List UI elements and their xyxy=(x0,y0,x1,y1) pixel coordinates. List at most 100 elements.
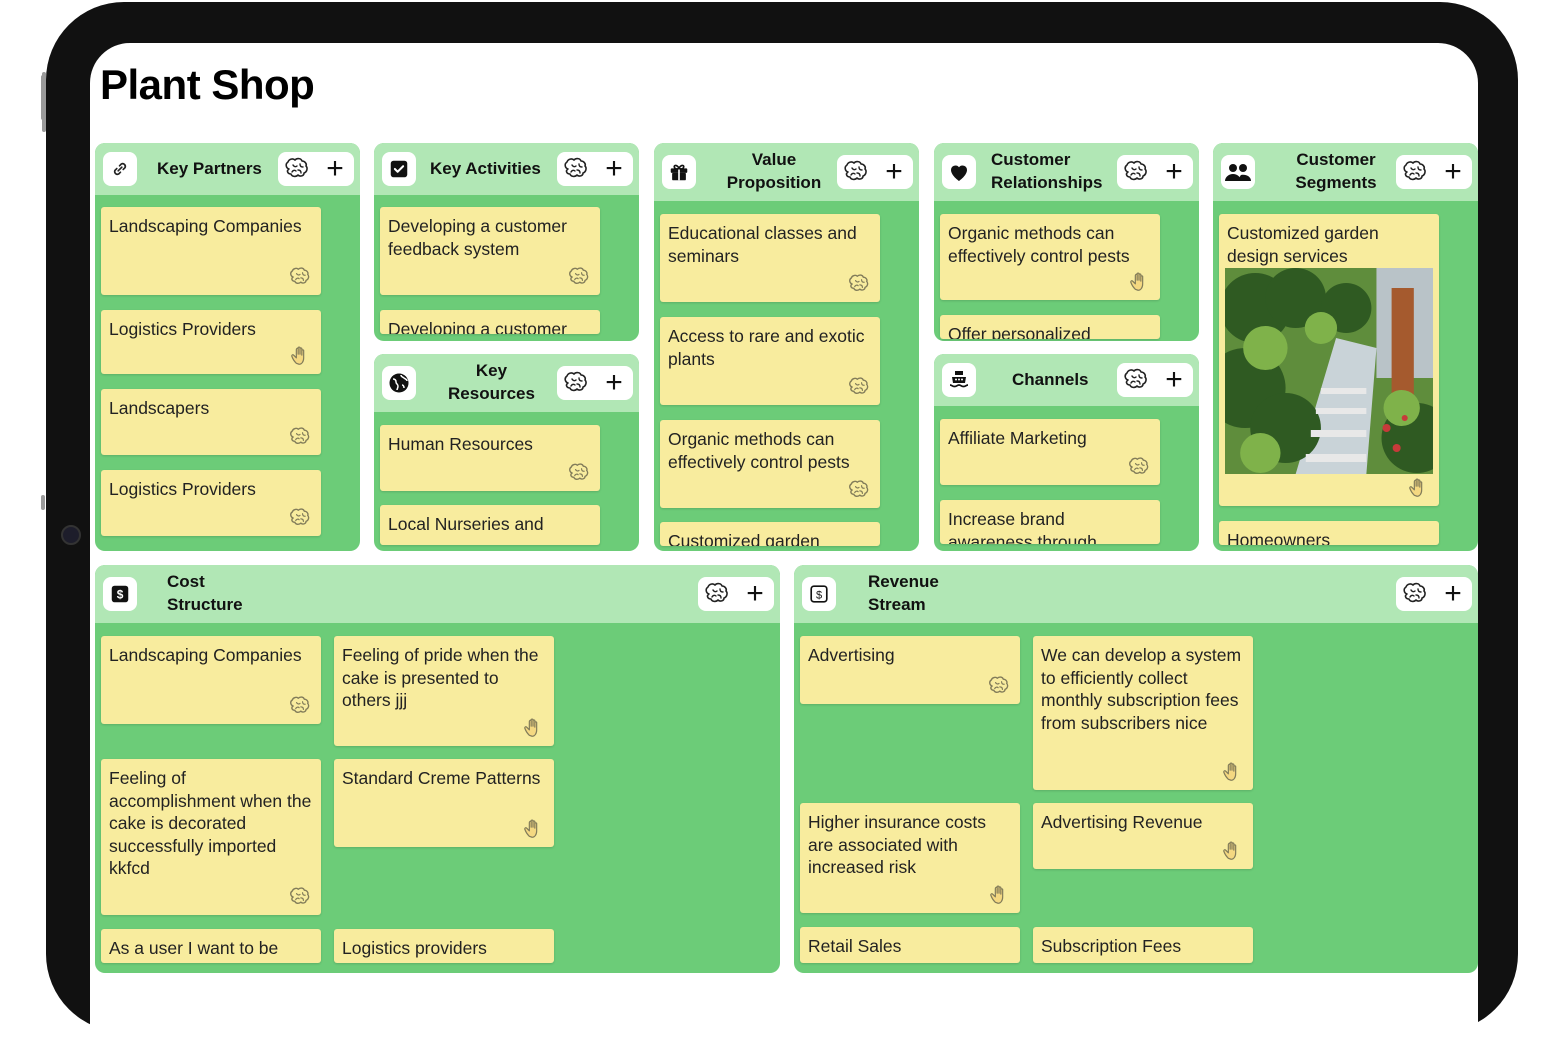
brain-icon xyxy=(1122,368,1150,392)
sticky-note[interactable]: Increase brand awareness through xyxy=(940,500,1160,544)
plus-icon: + xyxy=(605,152,623,185)
sticky-note[interactable]: Advertising Revenue xyxy=(1033,803,1253,869)
wave-hand-icon[interactable] xyxy=(1406,477,1430,499)
sticky-note[interactable]: Advertising xyxy=(800,636,1020,704)
globe-icon xyxy=(382,366,416,400)
sticky-note-text: Organic methods can effectively control … xyxy=(668,429,850,472)
sticky-note-text: Logistics Providers xyxy=(109,479,256,499)
dollar-outline-icon: $ xyxy=(802,577,836,611)
sticky-note[interactable]: As a user I want to be xyxy=(101,929,321,963)
ai-brain-button[interactable] xyxy=(1117,155,1155,189)
key-resources-actions: + xyxy=(557,366,633,400)
sticky-note[interactable]: Organic methods can effectively control … xyxy=(660,420,880,508)
sticky-note[interactable]: Logistics Providers xyxy=(101,470,321,536)
sticky-note[interactable]: Landscaping Companies xyxy=(101,636,321,724)
sticky-note[interactable]: Feeling of pride when the cake is presen… xyxy=(334,636,554,746)
wave-hand-icon[interactable] xyxy=(521,818,545,840)
sticky-note[interactable]: Landscapers xyxy=(101,389,321,455)
brain-icon[interactable] xyxy=(288,886,312,908)
sticky-note[interactable]: We can develop a system to efficiently c… xyxy=(1033,636,1253,790)
sticky-note[interactable]: Human Resources xyxy=(380,425,600,491)
section-key-resources: Key Resources + Human Resources Local Nurse… xyxy=(374,354,639,551)
section-value-proposition: Value Proposition + Educational classes an… xyxy=(654,143,919,551)
side-button xyxy=(41,495,45,510)
wave-hand-icon[interactable] xyxy=(1127,271,1151,293)
ship-icon xyxy=(942,363,976,397)
brain-icon[interactable] xyxy=(847,273,871,295)
brain-icon xyxy=(1122,160,1150,184)
sticky-note[interactable]: Subscription Fees xyxy=(1033,927,1253,963)
sticky-note[interactable]: Customized garden xyxy=(660,522,880,546)
brain-icon[interactable] xyxy=(847,376,871,398)
brain-icon[interactable] xyxy=(567,462,591,484)
sticky-note[interactable]: Access to rare and exotic plants xyxy=(660,317,880,405)
ai-brain-button[interactable] xyxy=(1117,363,1155,397)
sticky-note[interactable]: Higher insurance costs are associated wi… xyxy=(800,803,1020,913)
sticky-note-text: Landscaping Companies xyxy=(109,216,302,236)
plus-icon: + xyxy=(326,152,344,185)
add-card-button[interactable]: + xyxy=(1155,363,1193,397)
add-card-button[interactable]: + xyxy=(736,577,774,611)
cost-structure-header: $ Cost Structure + xyxy=(95,565,780,623)
wave-hand-icon[interactable] xyxy=(987,884,1011,906)
add-card-button[interactable]: + xyxy=(875,155,913,189)
brain-icon[interactable] xyxy=(987,675,1011,697)
add-card-button[interactable]: + xyxy=(595,366,633,400)
volume-button xyxy=(41,75,45,120)
sticky-note[interactable]: Developing a customer feedback system xyxy=(380,207,600,295)
sticky-note[interactable]: Local Nurseries and xyxy=(380,505,600,545)
sticky-note[interactable]: Organic methods can effectively control … xyxy=(940,214,1160,300)
brain-icon[interactable] xyxy=(288,507,312,529)
sticky-note[interactable]: Affiliate Marketing xyxy=(940,419,1160,485)
plus-icon: + xyxy=(1444,577,1462,610)
sticky-note[interactable]: Customized garden design services xyxy=(1219,214,1439,506)
sticky-note[interactable]: Landscaping Companies xyxy=(101,207,321,295)
link-icon xyxy=(103,152,137,186)
sticky-note[interactable]: Homeowners xyxy=(1219,521,1439,545)
sticky-note[interactable]: Developing a customer xyxy=(380,310,600,334)
sticky-note[interactable]: Logistics providers xyxy=(334,929,554,963)
revenue-stream-actions: + xyxy=(1396,577,1472,611)
brain-icon[interactable] xyxy=(847,479,871,501)
plus-icon: + xyxy=(885,155,903,188)
wave-hand-icon[interactable] xyxy=(1220,840,1244,862)
sticky-note-text: Human Resources xyxy=(388,434,533,454)
sticky-note-text: Landscapers xyxy=(109,398,210,418)
sticky-note[interactable]: Retail Sales xyxy=(800,927,1020,963)
wave-hand-icon[interactable] xyxy=(521,717,545,739)
sticky-note[interactable]: Feeling of accomplishment when the cake … xyxy=(101,759,321,915)
wave-hand-icon[interactable] xyxy=(1220,761,1244,783)
wave-hand-icon[interactable] xyxy=(288,345,312,367)
brain-icon[interactable] xyxy=(288,266,312,288)
brain-icon xyxy=(1401,582,1429,606)
heart-icon xyxy=(942,155,976,189)
sticky-note-text: Customized garden design services xyxy=(1227,223,1379,266)
ai-brain-button[interactable] xyxy=(1396,577,1434,611)
section-cost-structure: $ Cost Structure + Landscaping Companies Fee… xyxy=(95,565,780,973)
customer-relationships-title: Customer Relationships xyxy=(991,150,1103,192)
ai-brain-button[interactable] xyxy=(557,152,595,186)
sticky-note-text: We can develop a system to efficiently c… xyxy=(1041,645,1242,733)
ai-brain-button[interactable] xyxy=(837,155,875,189)
add-card-button[interactable]: + xyxy=(1434,577,1472,611)
ai-brain-button[interactable] xyxy=(1396,155,1434,189)
brain-icon[interactable] xyxy=(1127,456,1151,478)
sticky-note[interactable]: Educational classes and seminars xyxy=(660,214,880,302)
sticky-note-text: Developing a customer xyxy=(388,319,567,334)
ai-brain-button[interactable] xyxy=(557,366,595,400)
add-card-button[interactable]: + xyxy=(1155,155,1193,189)
brain-icon xyxy=(842,160,870,184)
sticky-note[interactable]: Logistics Providers xyxy=(101,310,321,374)
add-card-button[interactable]: + xyxy=(1434,155,1472,189)
brain-icon[interactable] xyxy=(288,695,312,717)
sticky-note-text: Standard Creme Patterns xyxy=(342,768,541,788)
brain-icon[interactable] xyxy=(567,266,591,288)
sticky-note[interactable]: Standard Creme Patterns xyxy=(334,759,554,847)
brain-icon[interactable] xyxy=(288,426,312,448)
checkbox-icon xyxy=(382,152,416,186)
add-card-button[interactable]: + xyxy=(595,152,633,186)
sticky-note[interactable]: Offer personalized xyxy=(940,315,1160,339)
add-card-button[interactable]: + xyxy=(316,152,354,186)
ai-brain-button[interactable] xyxy=(278,152,316,186)
ai-brain-button[interactable] xyxy=(698,577,736,611)
